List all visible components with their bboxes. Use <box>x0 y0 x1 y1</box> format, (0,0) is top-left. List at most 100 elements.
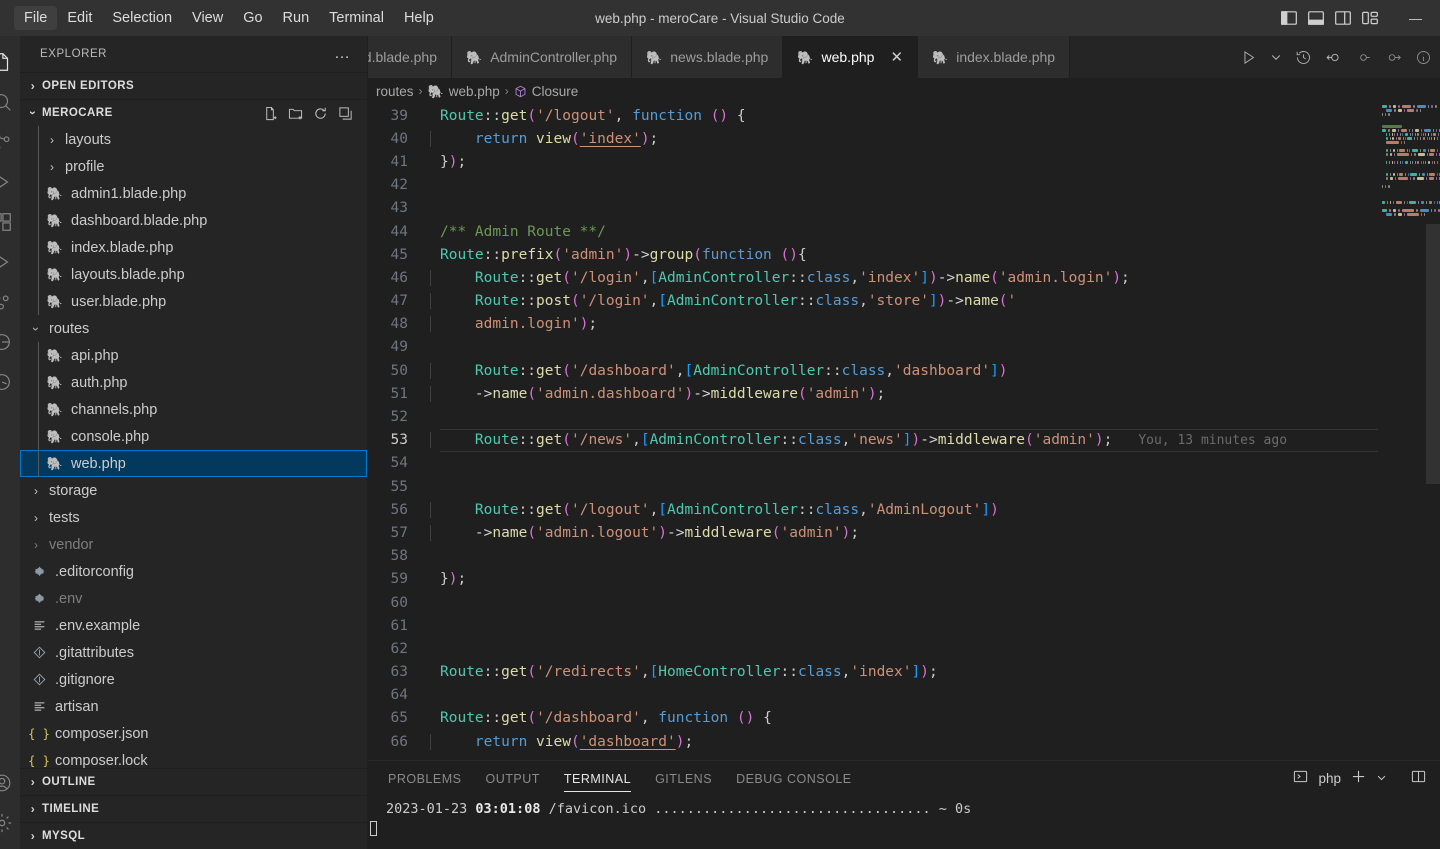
editor-scrollbar[interactable] <box>1426 104 1440 760</box>
customize-layout-icon[interactable] <box>1361 9 1379 27</box>
code-line-64[interactable]: 64 <box>368 684 1378 707</box>
activity-run-debug-icon[interactable] <box>0 162 20 202</box>
code-line-41[interactable]: 41}); <box>368 150 1378 173</box>
code-line-39[interactable]: 39 Route::get('/logout', function () { <box>368 104 1378 127</box>
tree-file-auth.php[interactable]: 🐘 auth.php <box>20 369 367 396</box>
menu-edit[interactable]: Edit <box>57 6 102 30</box>
terminal-output[interactable]: 2023-01-23 03:01:08 /favicon.ico .......… <box>368 796 1440 849</box>
tree-folder-tests[interactable]: › tests <box>20 504 367 531</box>
code-line-46[interactable]: 46 Route::get('/login',[AdminController:… <box>368 266 1378 289</box>
panel-tab-output[interactable]: OUTPUT <box>485 761 539 796</box>
terminal-select-icon[interactable] <box>1293 769 1308 789</box>
tree-file-.editorconfig[interactable]: .editorconfig <box>20 558 367 585</box>
code-line-44[interactable]: 44 /** Admin Route **/ <box>368 220 1378 243</box>
activity-source-control-icon[interactable] <box>0 122 20 162</box>
menu-selection[interactable]: Selection <box>102 6 182 30</box>
code-line-66[interactable]: 66 return view('dashboard'); <box>368 730 1378 753</box>
new-file-icon[interactable] <box>263 106 278 121</box>
tree-file-channels.php[interactable]: 🐘 channels.php <box>20 396 367 423</box>
tree-file-.env.example[interactable]: .env.example <box>20 612 367 639</box>
breadcrumb-item-routes[interactable]: routes <box>376 84 414 99</box>
new-terminal-icon[interactable] <box>1351 769 1366 789</box>
activity-testing-icon[interactable] <box>0 242 20 282</box>
info-icon[interactable] <box>1415 49 1432 66</box>
code-line-58[interactable]: 58 <box>368 545 1378 568</box>
menu-view[interactable]: View <box>182 6 233 30</box>
close-icon[interactable]: ✕ <box>890 50 903 65</box>
minimize-button[interactable]: — <box>1405 11 1426 26</box>
collapse-all-icon[interactable] <box>338 106 353 121</box>
activity-accounts-icon[interactable] <box>0 763 20 803</box>
toggle-secondary-sidebar-icon[interactable] <box>1334 9 1352 27</box>
code-lines[interactable]: 39 Route::get('/logout', function () {40 … <box>368 104 1378 760</box>
breadcrumb-item-file[interactable]: web.php <box>449 84 500 99</box>
tree-file-composer.lock[interactable]: { } composer.lock <box>20 747 367 769</box>
panel-tab-terminal[interactable]: TERMINAL <box>563 761 632 796</box>
tree-file-.env[interactable]: .env <box>20 585 367 612</box>
tree-file-console.php[interactable]: 🐘 console.php <box>20 423 367 450</box>
code-line-42[interactable]: 42 <box>368 174 1378 197</box>
chevron-down-icon[interactable] <box>1376 770 1387 788</box>
code-line-43[interactable]: 43 <box>368 197 1378 220</box>
editor-tab-web.php[interactable]: 🐘 web.php ✕ <box>783 36 919 78</box>
tree-folder-layouts[interactable]: › layouts <box>20 126 367 153</box>
code-line-61[interactable]: 61 <box>368 614 1378 637</box>
menu-run[interactable]: Run <box>273 6 320 30</box>
tree-folder-profile[interactable]: › profile <box>20 153 367 180</box>
tree-file-web.php[interactable]: 🐘 web.php <box>20 450 367 477</box>
section-outline[interactable]: › OUTLINE <box>20 768 367 795</box>
editor-tab-nboard.blade.php[interactable]: nboard.blade.php <box>368 36 452 78</box>
menu-help[interactable]: Help <box>394 6 444 30</box>
tree-file-dashboard.blade.php[interactable]: 🐘 dashboard.blade.php <box>20 207 367 234</box>
tree-file-composer.json[interactable]: { } composer.json <box>20 720 367 747</box>
panel-tab-gitlens[interactable]: GITLENS <box>655 761 712 796</box>
tree-file-.gitignore[interactable]: .gitignore <box>20 666 367 693</box>
activity-settings-icon[interactable] <box>0 803 20 843</box>
menu-terminal[interactable]: Terminal <box>319 6 394 30</box>
activity-gitlens-icon[interactable] <box>0 362 20 402</box>
tree-folder-storage[interactable]: › storage <box>20 477 367 504</box>
new-folder-icon[interactable] <box>288 106 303 121</box>
code-line-50[interactable]: 50 Route::get('/dashboard',[AdminControl… <box>368 359 1378 382</box>
code-line-53[interactable]: 53 Route::get('/news',[AdminController::… <box>368 428 1378 453</box>
section-mysql[interactable]: › MYSQL <box>20 822 367 849</box>
tree-file-layouts.blade.php[interactable]: 🐘 layouts.blade.php <box>20 261 367 288</box>
activity-search-icon[interactable] <box>0 82 20 122</box>
section-merocare[interactable]: › MEROCARE <box>20 99 367 126</box>
tree-folder-routes[interactable]: › routes <box>20 315 367 342</box>
code-line-55[interactable]: 55 <box>368 475 1378 498</box>
go-back-icon[interactable] <box>1325 49 1342 66</box>
code-line-47[interactable]: 47 Route::post('/login',[AdminController… <box>368 290 1378 313</box>
tree-file-user.blade.php[interactable]: 🐘 user.blade.php <box>20 288 367 315</box>
tree-file-.gitattributes[interactable]: .gitattributes <box>20 639 367 666</box>
file-tree[interactable]: › layouts › profile 🐘 admin1.blade.php 🐘 dashbo… <box>20 126 367 768</box>
editor-tab-AdminController.php[interactable]: 🐘 AdminController.php <box>452 36 633 78</box>
code-line-65[interactable]: 65 Route::get('/dashboard', function () { <box>368 707 1378 730</box>
activity-database-icon[interactable] <box>0 322 20 362</box>
code-line-54[interactable]: 54 <box>368 452 1378 475</box>
section-timeline[interactable]: › TIMELINE <box>20 795 367 822</box>
breadcrumb-item-symbol[interactable]: Closure <box>532 84 579 99</box>
panel-tab-debug-console[interactable]: DEBUG CONSOLE <box>736 761 852 796</box>
history-icon[interactable] <box>1295 49 1312 66</box>
sidebar-more-actions-icon[interactable]: … <box>326 45 359 63</box>
refresh-icon[interactable] <box>313 106 328 121</box>
code-line-48[interactable]: 48 admin.login'); <box>368 313 1378 336</box>
panel-tab-problems[interactable]: PROBLEMS <box>388 761 461 796</box>
tree-file-artisan[interactable]: artisan <box>20 693 367 720</box>
editor-tab-news.blade.php[interactable]: 🐘 news.blade.php <box>632 36 784 78</box>
code-line-51[interactable]: 51 ->name('admin.dashboard')->middleware… <box>368 382 1378 405</box>
code-line-60[interactable]: 60 <box>368 591 1378 614</box>
commit-icon[interactable] <box>1355 49 1372 66</box>
activity-explorer-icon[interactable] <box>0 42 20 82</box>
terminal-shell-label[interactable]: php <box>1318 771 1341 786</box>
code-line-56[interactable]: 56 Route::get('/logout',[AdminController… <box>368 498 1378 521</box>
chevron-down-icon[interactable] <box>1270 51 1282 63</box>
code-editor[interactable]: 39 Route::get('/logout', function () {40 … <box>368 104 1440 760</box>
run-icon[interactable] <box>1240 49 1257 66</box>
editor-tab-index.blade.php[interactable]: 🐘 index.blade.php <box>918 36 1071 78</box>
code-line-49[interactable]: 49 <box>368 336 1378 359</box>
tree-file-index.blade.php[interactable]: 🐘 index.blade.php <box>20 234 367 261</box>
code-line-52[interactable]: 52 <box>368 405 1378 428</box>
code-line-59[interactable]: 59}); <box>368 568 1378 591</box>
